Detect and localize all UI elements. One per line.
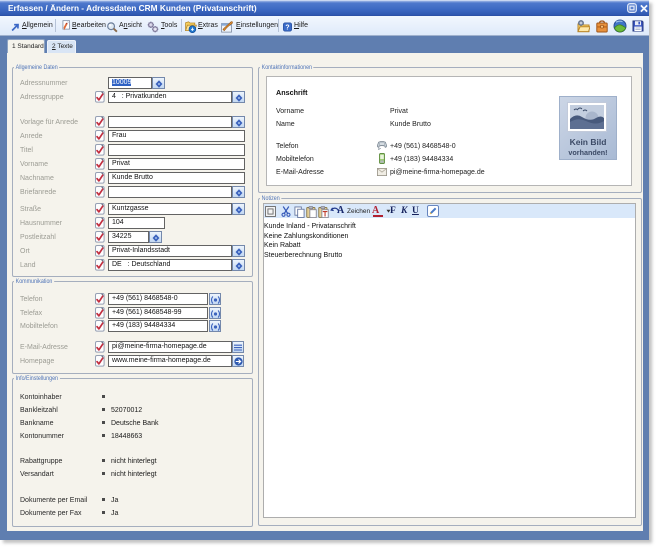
svg-text:?: ? [285,24,289,31]
